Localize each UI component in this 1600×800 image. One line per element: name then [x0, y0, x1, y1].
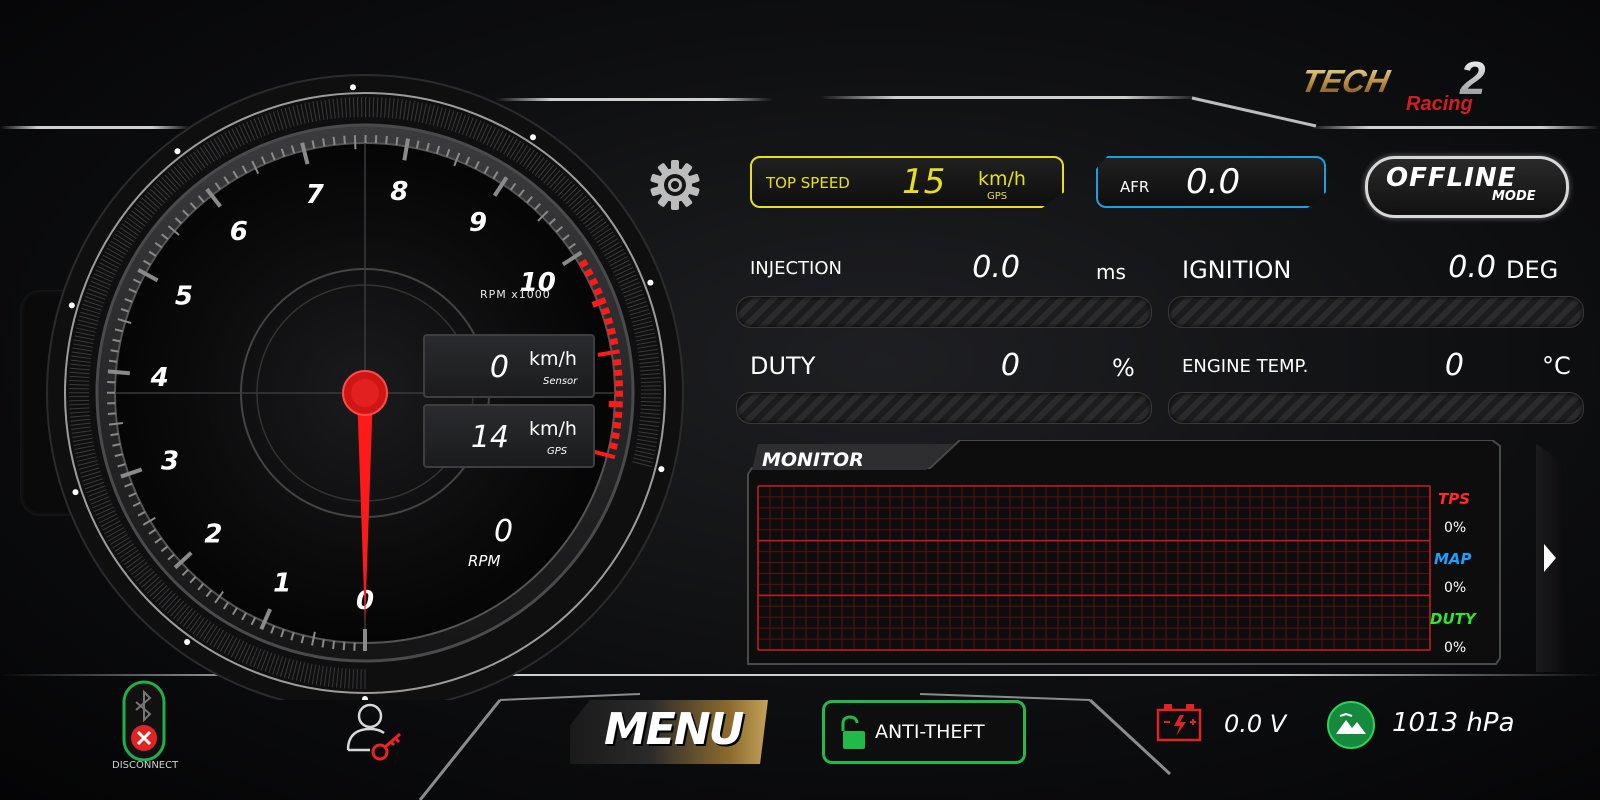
gauge-tick-label: 2 [204, 519, 222, 549]
top-speed-unit: km/h [978, 168, 1026, 190]
menu-label: MENU [604, 704, 744, 755]
legend-tps-value: 0% [1444, 520, 1467, 536]
sensor-speed-value: 0 [489, 350, 509, 385]
legend-map-value: 0% [1444, 580, 1467, 596]
engine-temp-value: 0 [1444, 348, 1464, 383]
mountain-icon [1327, 701, 1375, 749]
legend-duty-value: 0% [1444, 640, 1467, 656]
ignition-label: IGNITION [1182, 256, 1292, 284]
gps-speed-box: 14 km/h GPS [423, 404, 595, 468]
rpm-unit-label: RPM x1000 [480, 288, 551, 301]
legend-duty-name: DUTY [1430, 610, 1476, 628]
sensor-speed-unit: km/h [529, 348, 577, 370]
engine-temp-unit: °C [1542, 352, 1571, 380]
duty-unit: % [1112, 354, 1135, 382]
injection-value: 0.0 [972, 250, 1020, 285]
gauge-tick-label: 3 [161, 447, 179, 477]
offline-mode-button[interactable]: OFFLINE MODE [1365, 156, 1569, 218]
svg-text:Racing: Racing [1406, 93, 1473, 114]
anti-theft-button[interactable]: ANTI-THEFT [822, 700, 1026, 764]
gauge-tick-label: 4 [150, 363, 169, 393]
monitor-title: MONITOR [762, 449, 864, 471]
anti-theft-label: ANTI-THEFT [875, 721, 985, 743]
duty-label: DUTY [750, 352, 816, 380]
gear-icon[interactable] [648, 158, 702, 212]
gauge-tick-label: 7 [306, 180, 325, 210]
gauge-tick-label: 5 [175, 282, 193, 312]
gauge-tick-label: 1 [273, 569, 291, 599]
top-speed-value: 15 [902, 162, 946, 202]
tachometer-gauge: 0123456789101112 [46, 74, 684, 700]
next-page-button[interactable] [1536, 444, 1564, 672]
afr-panel: AFR 0.0 [1096, 156, 1326, 208]
user-key-icon[interactable] [340, 696, 410, 764]
injection-unit: ms [1096, 260, 1126, 284]
afr-label: AFR [1120, 178, 1150, 196]
ignition-value: 0.0 [1448, 250, 1496, 285]
top-speed-source: GPS [987, 191, 1008, 202]
divider-line [1310, 126, 1600, 129]
svg-text:TECH: TECH [1300, 63, 1393, 99]
gauge-tick-label: 9 [469, 208, 487, 238]
monitor-panel: MONITOR [747, 440, 1501, 665]
gps-speed-unit: km/h [529, 418, 577, 440]
top-speed-panel: TOP SPEED 15 km/h GPS [750, 156, 1064, 208]
ignition-unit: DEG [1506, 256, 1559, 284]
unlock-icon [841, 715, 865, 749]
mode-label: MODE [1492, 189, 1536, 204]
sensor-speed-box: 0 km/h Sensor [423, 334, 595, 398]
menu-button[interactable]: MENU [570, 700, 768, 764]
pressure-value: 1013 hPa [1392, 708, 1515, 738]
divider-line [820, 96, 1200, 99]
disconnect-label: DISCONNECT [112, 760, 179, 771]
bluetooth-icon [122, 680, 166, 762]
gps-speed-value: 14 [470, 420, 509, 455]
duty-value: 0 [1000, 348, 1020, 383]
gps-source-label: GPS [547, 446, 568, 457]
injection-label: INJECTION [750, 258, 842, 279]
duty-bar [736, 392, 1152, 424]
engine-temp-bar [1168, 392, 1584, 424]
gauge-tick-label: 6 [230, 217, 248, 247]
brand-logo: TECH 2 Racing [1300, 52, 1486, 114]
engine-temp-label: ENGINE TEMP. [1182, 356, 1309, 377]
voltage-value: 0.0 V [1224, 710, 1287, 738]
monitor-legend: TPS 0% MAP 0% DUTY 0% [1430, 486, 1500, 666]
sensor-source-label: Sensor [543, 376, 578, 387]
ignition-bar [1168, 296, 1584, 328]
chevron-right-icon [1544, 544, 1556, 572]
afr-value: 0.0 [1186, 162, 1241, 202]
top-speed-label: TOP SPEED [766, 174, 850, 192]
injection-bar [736, 296, 1152, 328]
dashboard-screen: 0123456789101112 RPM x1000 0 km/h Sensor… [0, 0, 1600, 800]
rpm-label: RPM [468, 552, 501, 570]
bluetooth-disconnect-button[interactable]: DISCONNECT [104, 680, 184, 780]
legend-map-name: MAP [1434, 550, 1472, 568]
gauge-tick-label: 8 [390, 177, 408, 207]
battery-icon [1156, 704, 1202, 742]
rpm-value: 0 [494, 514, 514, 549]
legend-tps-name: TPS [1438, 490, 1471, 508]
